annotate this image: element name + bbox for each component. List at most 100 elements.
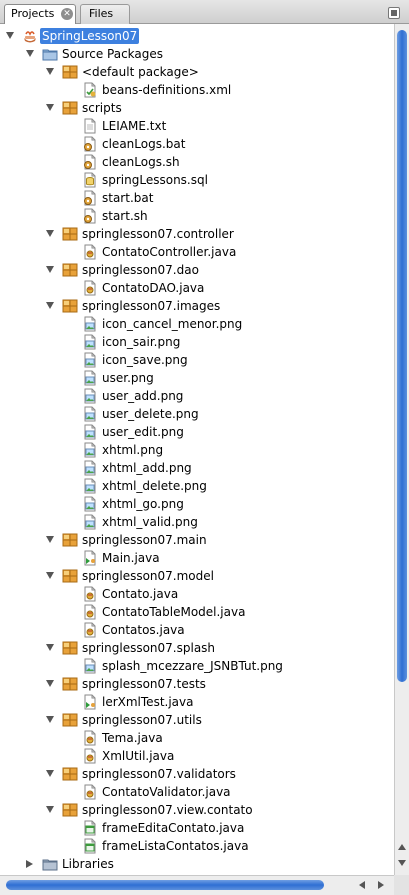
- tree-node[interactable]: springlesson07.dao: [0, 261, 394, 279]
- tree-node[interactable]: LEIAME.txt: [0, 117, 394, 135]
- tree-node[interactable]: springlesson07.model: [0, 567, 394, 585]
- tree-node[interactable]: <default package>: [0, 63, 394, 81]
- tree-node[interactable]: icon_save.png: [0, 351, 394, 369]
- expand-toggle-icon[interactable]: [46, 806, 54, 813]
- expand-toggle-icon[interactable]: [46, 302, 54, 309]
- tree-node[interactable]: springlesson07.tests: [0, 675, 394, 693]
- expand-toggle-icon[interactable]: [46, 536, 54, 543]
- expand-toggle-icon[interactable]: [46, 680, 54, 687]
- vertical-scrollbar[interactable]: [394, 24, 409, 875]
- tree-node[interactable]: springlesson07.main: [0, 531, 394, 549]
- package-icon: [62, 262, 78, 278]
- tree-node-label: springlesson07.view.contato: [82, 803, 253, 817]
- tree-node[interactable]: cleanLogs.sh: [0, 153, 394, 171]
- tree-node[interactable]: scripts: [0, 99, 394, 117]
- scroll-right-arrow-icon[interactable]: [378, 881, 384, 889]
- tab-projects[interactable]: Projects ✕: [4, 4, 76, 24]
- tree-node[interactable]: XmlUtil.java: [0, 747, 394, 765]
- tree-node-label: springlesson07.model: [82, 569, 214, 583]
- expand-toggle-icon[interactable]: [46, 572, 54, 579]
- minimize-panel-icon[interactable]: [388, 7, 400, 19]
- tree-node[interactable]: lerXmlTest.java: [0, 693, 394, 711]
- tree-node[interactable]: springlesson07.controller: [0, 225, 394, 243]
- tree-node-label: springlesson07.main: [82, 533, 207, 547]
- text-file-icon: [82, 118, 98, 134]
- tree-node-label: ContatoDAO.java: [102, 281, 205, 295]
- java-file-icon: [82, 244, 98, 260]
- tree-node[interactable]: xhtml_go.png: [0, 495, 394, 513]
- scroll-left-arrow-icon[interactable]: [359, 881, 365, 889]
- tree-node[interactable]: Libraries: [0, 855, 394, 873]
- tree-node[interactable]: Contatos.java: [0, 621, 394, 639]
- tree-node[interactable]: ContatoValidator.java: [0, 783, 394, 801]
- tree-node[interactable]: xhtml_add.png: [0, 459, 394, 477]
- tree-node[interactable]: user_delete.png: [0, 405, 394, 423]
- tree-node[interactable]: frameEditaContato.java: [0, 819, 394, 837]
- expand-toggle-icon[interactable]: [46, 644, 54, 651]
- tree-node[interactable]: user_add.png: [0, 387, 394, 405]
- tree-node[interactable]: user_edit.png: [0, 423, 394, 441]
- tree-node[interactable]: Main.java: [0, 549, 394, 567]
- tree-node[interactable]: splash_mcezzare_JSNBTut.png: [0, 657, 394, 675]
- tree-node-label: beans-definitions.xml: [102, 83, 232, 97]
- expand-toggle-icon[interactable]: [46, 770, 54, 777]
- tree-node[interactable]: xhtml_delete.png: [0, 477, 394, 495]
- tree-node[interactable]: start.bat: [0, 189, 394, 207]
- tree-node[interactable]: beans-definitions.xml: [0, 81, 394, 99]
- tree-node-label: xhtml_add.png: [102, 461, 192, 475]
- tree-node-label: xhtml_go.png: [102, 497, 184, 511]
- java-file-icon: [82, 748, 98, 764]
- tree-node[interactable]: ContatoTableModel.java: [0, 603, 394, 621]
- scroll-down-arrow-icon[interactable]: [398, 860, 406, 866]
- tree-node[interactable]: icon_sair.png: [0, 333, 394, 351]
- tab-files[interactable]: Files: [80, 4, 130, 24]
- tree-node[interactable]: icon_cancel_menor.png: [0, 315, 394, 333]
- tree-node-label: springlesson07.images: [82, 299, 221, 313]
- tree-node-label: icon_cancel_menor.png: [102, 317, 243, 331]
- close-tab-icon[interactable]: ✕: [61, 8, 73, 20]
- horizontal-scroll-thumb[interactable]: [6, 880, 324, 890]
- tree-node-label: scripts: [82, 101, 122, 115]
- expand-toggle-icon[interactable]: [26, 50, 34, 57]
- tree-node[interactable]: SpringLesson07: [0, 27, 394, 45]
- tree-node[interactable]: frameListaContatos.java: [0, 837, 394, 855]
- package-icon: [62, 100, 78, 116]
- xml-file-icon: [82, 82, 98, 98]
- tree-node[interactable]: Source Packages: [0, 45, 394, 63]
- expand-toggle-icon[interactable]: [46, 68, 54, 75]
- tree-node[interactable]: user.png: [0, 369, 394, 387]
- tree-node-label: lerXmlTest.java: [102, 695, 194, 709]
- scroll-up-arrow-icon[interactable]: [398, 844, 406, 850]
- expand-toggle-icon[interactable]: [6, 32, 14, 39]
- package-icon: [62, 676, 78, 692]
- tree-node[interactable]: springlesson07.validators: [0, 765, 394, 783]
- java-file-icon: [82, 622, 98, 638]
- expand-toggle-icon[interactable]: [46, 266, 54, 273]
- package-icon: [62, 568, 78, 584]
- tree-node[interactable]: Contato.java: [0, 585, 394, 603]
- tree-node[interactable]: springlesson07.utils: [0, 711, 394, 729]
- image-file-icon: [82, 658, 98, 674]
- tree-node-label: frameEditaContato.java: [102, 821, 245, 835]
- tree-node[interactable]: springlesson07.images: [0, 297, 394, 315]
- horizontal-scrollbar[interactable]: [0, 875, 394, 895]
- collapse-toggle-icon[interactable]: [26, 860, 33, 868]
- vertical-scroll-thumb[interactable]: [397, 30, 407, 682]
- tree-node[interactable]: cleanLogs.bat: [0, 135, 394, 153]
- tree-node[interactable]: springlesson07.view.contato: [0, 801, 394, 819]
- expand-toggle-icon[interactable]: [46, 230, 54, 237]
- tree-node[interactable]: xhtml.png: [0, 441, 394, 459]
- tree-node[interactable]: ContatoDAO.java: [0, 279, 394, 297]
- expand-toggle-icon[interactable]: [46, 104, 54, 111]
- tree-node[interactable]: start.sh: [0, 207, 394, 225]
- tree-node-label: springlesson07.splash: [82, 641, 216, 655]
- tree-node[interactable]: ContatoController.java: [0, 243, 394, 261]
- tree-node-label: ContatoValidator.java: [102, 785, 231, 799]
- image-file-icon: [82, 424, 98, 440]
- tree-node[interactable]: Tema.java: [0, 729, 394, 747]
- tree-node[interactable]: springLessons.sql: [0, 171, 394, 189]
- tree-node[interactable]: springlesson07.splash: [0, 639, 394, 657]
- expand-toggle-icon[interactable]: [46, 716, 54, 723]
- sql-file-icon: [82, 172, 98, 188]
- tree-node[interactable]: xhtml_valid.png: [0, 513, 394, 531]
